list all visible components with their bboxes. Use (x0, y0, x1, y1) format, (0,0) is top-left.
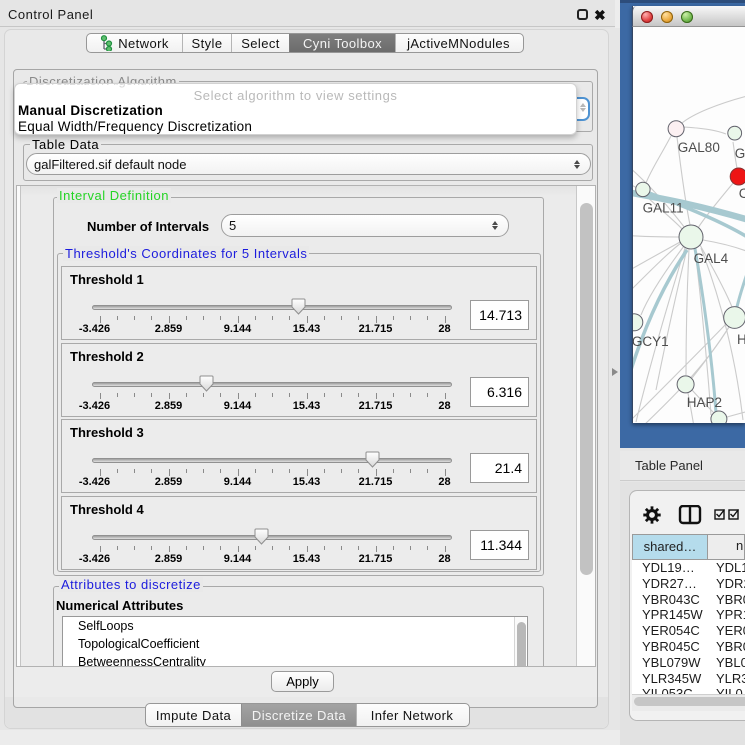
svg-text:HAP2: HAP2 (687, 395, 722, 410)
svg-text:GA: GA (735, 146, 745, 161)
svg-text:GAL11: GAL11 (643, 201, 684, 216)
svg-text:GAL4: GAL4 (694, 251, 729, 266)
svg-text:CY: CY (739, 186, 745, 201)
svg-text:GAL80: GAL80 (678, 140, 720, 155)
svg-text:GCY1: GCY1 (633, 334, 669, 349)
svg-text:H: H (737, 332, 745, 347)
